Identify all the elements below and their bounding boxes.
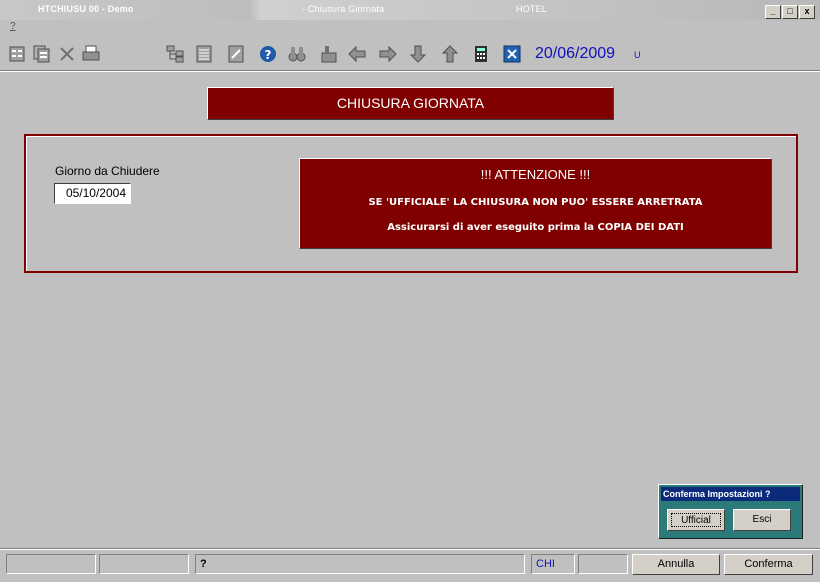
copy-form-icon[interactable] xyxy=(31,43,53,65)
status-field-2 xyxy=(99,554,189,574)
status-message: ? xyxy=(195,554,525,574)
tree-icon[interactable] xyxy=(164,43,186,65)
delete-icon[interactable] xyxy=(56,43,78,65)
title-bar: HTCHIUSU 00 - Demo - Chiusura Giornata H… xyxy=(0,0,820,20)
status-field-5 xyxy=(578,554,628,574)
calculator-icon[interactable] xyxy=(470,43,492,65)
arrow-right-icon[interactable] xyxy=(377,43,399,65)
warning-message: SE 'UFFICIALE' LA CHIUSURA NON PUO' ESSE… xyxy=(368,197,703,208)
edit-icon[interactable] xyxy=(225,43,247,65)
warning-box: !!! ATTENZIONE !!! SE 'UFFICIALE' LA CHI… xyxy=(299,158,772,249)
conferma-button[interactable]: Conferma xyxy=(724,554,813,575)
giorno-label: Giorno da Chiudere xyxy=(55,164,160,178)
toolbar-divider xyxy=(0,70,820,72)
print-icon[interactable] xyxy=(80,43,102,65)
status-divider xyxy=(0,548,820,550)
page-title: CHIUSURA GIORNATA xyxy=(207,87,614,120)
window-app-name: HOTEL xyxy=(516,4,548,14)
window-controls: _ □ x xyxy=(764,3,815,19)
giorno-field[interactable]: 05/10/2004 xyxy=(54,183,131,204)
esci-button[interactable]: Esci xyxy=(733,509,791,531)
status-field-1 xyxy=(6,554,96,574)
confirm-dialog: Conferma Impostazioni ? Ufficial Esci xyxy=(658,484,803,539)
window-subtitle: - Chiusura Giornata xyxy=(302,4,385,14)
close-box-icon[interactable] xyxy=(501,43,523,65)
warning-hint: Assicurarsi di aver eseguito prima la CO… xyxy=(387,222,684,233)
svg-text:?: ? xyxy=(265,48,272,62)
toolbar: ? 20/06/2009 U xyxy=(0,38,820,70)
restore-button[interactable]: □ xyxy=(782,5,798,19)
warning-title: !!! ATTENZIONE !!! xyxy=(480,167,591,182)
user-indicator: U xyxy=(634,50,641,60)
current-date: 20/06/2009 xyxy=(535,45,616,62)
list-icon[interactable] xyxy=(193,43,215,65)
form-icon[interactable] xyxy=(6,43,28,65)
binoculars-icon[interactable] xyxy=(286,43,308,65)
ufficial-label: Ufficial xyxy=(671,513,721,527)
menu-bar: ? xyxy=(0,20,820,36)
status-language: CHI xyxy=(531,554,575,574)
close-button[interactable]: x xyxy=(799,5,815,19)
upload-icon[interactable] xyxy=(318,43,340,65)
window-title: HTCHIUSU 00 - Demo xyxy=(38,4,134,14)
menu-help[interactable]: ? xyxy=(10,21,16,32)
ufficial-button[interactable]: Ufficial xyxy=(667,509,725,531)
annulla-button[interactable]: Annulla xyxy=(632,554,720,575)
confirm-dialog-title: Conferma Impostazioni ? xyxy=(661,487,800,501)
help-icon[interactable]: ? xyxy=(257,43,279,65)
arrow-down-icon[interactable] xyxy=(407,43,429,65)
arrow-up-icon[interactable] xyxy=(439,43,461,65)
minimize-button[interactable]: _ xyxy=(765,5,781,19)
arrow-left-icon[interactable] xyxy=(346,43,368,65)
